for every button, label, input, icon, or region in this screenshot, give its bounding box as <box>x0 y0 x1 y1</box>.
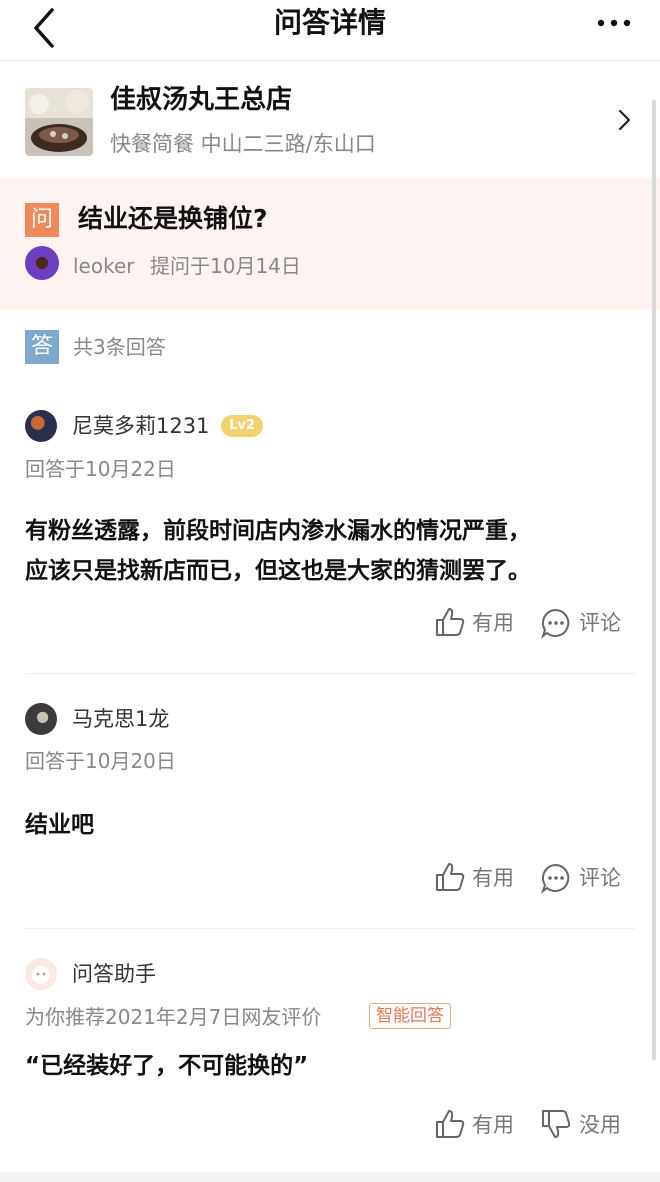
shop-name: 佳叔汤丸王总店 <box>110 85 293 115</box>
answer-body-line: 应该只是找新店而已，但这也是大家的猜测罢了。 <box>25 558 531 584</box>
thumbs-up-icon[interactable] <box>434 861 466 893</box>
useful-button[interactable]: 有用 <box>472 1110 514 1140</box>
answer-username[interactable]: 马克思1龙 <box>72 704 169 734</box>
recommend-text: 为你推荐2021年2月7日网友评价 <box>25 1005 322 1029</box>
divider <box>25 928 635 929</box>
useful-button[interactable]: 有用 <box>472 608 514 638</box>
question-time: 提问于10月14日 <box>150 254 301 278</box>
avatar[interactable] <box>25 246 59 280</box>
question-text: 结业还是换铺位? <box>78 204 268 233</box>
useful-button[interactable]: 有用 <box>472 863 514 893</box>
bottom-strip <box>0 1172 660 1182</box>
answer-username[interactable]: 尼莫多莉1231 <box>72 411 209 441</box>
answer-body: 结业吧 <box>25 812 94 838</box>
more-dots-icon[interactable] <box>594 10 634 36</box>
shop-thumbnail <box>25 88 93 156</box>
answer-username[interactable]: 问答助手 <box>72 959 156 989</box>
page-title: 问答详情 <box>273 6 386 39</box>
useless-button[interactable]: 没用 <box>579 1110 621 1140</box>
question-badge: 问 <box>25 203 59 237</box>
thumbs-down-icon[interactable] <box>540 1108 572 1140</box>
question-section <box>0 178 660 310</box>
avatar[interactable] <box>25 410 57 442</box>
question-username[interactable]: leoker <box>73 252 135 280</box>
assistant-avatar[interactable] <box>25 958 57 990</box>
comment-icon[interactable] <box>540 607 572 639</box>
answer-count: 共3条回答 <box>73 335 166 359</box>
comment-icon[interactable] <box>540 862 572 894</box>
comment-button[interactable]: 评论 <box>579 863 621 893</box>
avatar[interactable] <box>25 703 57 735</box>
level-badge: Lv2 <box>221 415 263 437</box>
comment-button[interactable]: 评论 <box>579 608 621 638</box>
answer-time: 回答于10月20日 <box>25 749 176 773</box>
shop-category-location: 快餐简餐 中山二三路/东山口 <box>110 132 376 156</box>
answer-body: “已经装好了，不可能换的” <box>25 1053 309 1079</box>
answer-badge: 答 <box>25 330 59 364</box>
scrollbar[interactable] <box>652 100 656 1060</box>
thumbs-up-icon[interactable] <box>434 1108 466 1140</box>
smart-answer-tag: 智能回答 <box>369 1003 451 1029</box>
shop-card[interactable] <box>0 61 660 178</box>
chevron-right-icon[interactable] <box>614 108 634 132</box>
thumbs-up-icon[interactable] <box>434 606 466 638</box>
divider <box>25 673 635 674</box>
answer-time: 回答于10月22日 <box>25 457 176 481</box>
